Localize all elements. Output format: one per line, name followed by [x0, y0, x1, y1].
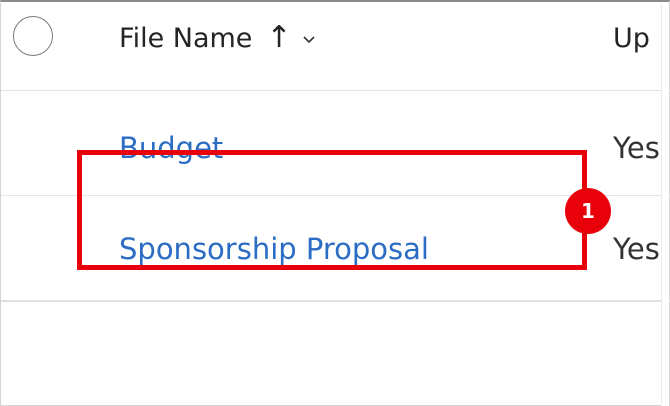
sort-ascending-arrow-icon: ↑	[266, 19, 292, 55]
table-row[interactable]: Budget Yes	[1, 91, 670, 196]
file-link-budget[interactable]: Budget	[119, 131, 223, 165]
column-header-file-name[interactable]: File Name ↑	[119, 19, 316, 55]
column-header-uploaded-label: Up	[613, 23, 650, 54]
column-header-file-name-label: File Name	[119, 23, 253, 54]
chevron-down-icon[interactable]	[302, 32, 316, 46]
uploaded-cell: Yes	[613, 131, 660, 165]
uploaded-cell: Yes	[613, 232, 660, 266]
select-all-circle-icon[interactable]	[13, 16, 53, 56]
file-link-sponsorship-proposal[interactable]: Sponsorship Proposal	[119, 232, 429, 266]
annotation-step-badge: 1	[565, 188, 611, 234]
vertical-scrollbar[interactable]	[661, 4, 669, 406]
column-header-uploaded[interactable]: Up	[613, 23, 650, 54]
table-header-row: File Name ↑ Up	[1, 4, 670, 91]
